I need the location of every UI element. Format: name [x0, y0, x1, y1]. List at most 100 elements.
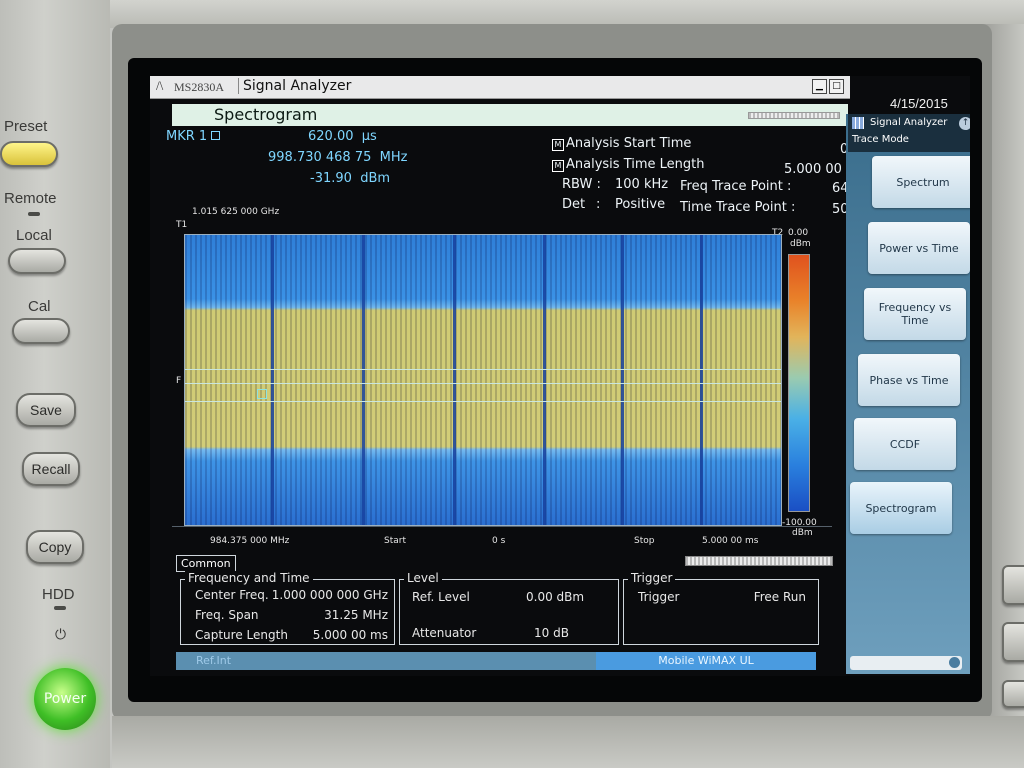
- window-title: Signal Analyzer: [238, 78, 355, 94]
- marker-1-indicator[interactable]: [257, 389, 267, 399]
- trigger-group: Trigger Trigger Free Run: [623, 571, 819, 645]
- softkey-spectrum[interactable]: Spectrum: [872, 156, 970, 208]
- scale-top-value: 0.00: [788, 228, 809, 238]
- freq-span-label: Freq. Span: [195, 608, 259, 622]
- standard-status: Mobile WiMAX UL: [596, 652, 816, 670]
- attenuator-label: Attenuator: [412, 626, 477, 640]
- stop-label: Stop: [634, 536, 655, 546]
- burst-boundary-line: [362, 235, 365, 525]
- scale-top-unit: dBm: [790, 239, 811, 249]
- status-bar: Ref.Int Mobile WiMAX UL: [176, 652, 816, 670]
- page-icon: [949, 657, 960, 668]
- center-freq-value: 1.000 000 000 GHz: [271, 588, 388, 602]
- capture-length-value: 5.000 00 ms: [312, 628, 388, 642]
- level-group: Level Ref. Level 0.00 dBm Attenuator 10 …: [399, 571, 619, 645]
- preset-label: Preset: [4, 118, 48, 135]
- cal-label: Cal: [28, 298, 51, 315]
- save-button[interactable]: Save: [16, 393, 76, 427]
- det-label: Det: [562, 197, 586, 212]
- analyzer-screen: /\ MS2830A Signal Analyzer ▁ □ 4/15/2015…: [150, 76, 970, 676]
- softkey-ccdf[interactable]: CCDF: [854, 418, 956, 470]
- marker-time: 620.00 µs: [308, 129, 377, 144]
- recall-button[interactable]: Recall: [22, 452, 80, 486]
- frequency-and-time-group: Frequency and Time Center Freq. 1.000 00…: [180, 571, 395, 645]
- marker-trace-line: [185, 401, 781, 402]
- softkey-header: Signal Analyzer Trace Mode ↑: [848, 114, 970, 152]
- top-frequency-label: 1.015 625 000 GHz: [192, 207, 280, 217]
- bottom-frequency-label: 984.375 000 MHz: [210, 536, 290, 546]
- marker-level: -31.90 dBm: [310, 171, 391, 186]
- measurement-header: Spectrogram: [172, 104, 848, 126]
- m-icon: M: [552, 160, 564, 172]
- attenuator-value: 10 dB: [534, 626, 569, 640]
- color-scale-bar: [788, 254, 810, 512]
- capture-length-label: Capture Length: [195, 628, 288, 642]
- window-titlebar: /\ MS2830A Signal Analyzer ▁ □: [150, 76, 850, 99]
- local-button[interactable]: [8, 248, 66, 274]
- stop-value: 5.000 00 ms: [702, 536, 759, 546]
- freq-trace-point-label: Freq Trace Point :: [680, 179, 792, 194]
- spectrogram-plot[interactable]: [184, 234, 782, 526]
- window-controls: ▁ □: [812, 79, 844, 94]
- cal-button[interactable]: [12, 318, 70, 344]
- analysis-start-time-label: M Analysis Start Time: [552, 136, 691, 151]
- right-hardkey[interactable]: [1002, 622, 1024, 662]
- minimize-icon[interactable]: ▁: [812, 79, 827, 94]
- rbw-value: 100 kHz: [615, 177, 669, 192]
- front-panel-bottom: [112, 716, 1024, 768]
- burst-boundary-line: [700, 235, 703, 525]
- group-title: Frequency and Time: [185, 571, 313, 585]
- common-tab[interactable]: Common: [176, 555, 236, 572]
- softkey-frequency-vs-time[interactable]: Frequency vs Time: [864, 288, 966, 340]
- t1-label: T1: [176, 220, 188, 230]
- group-title: Level: [404, 571, 442, 585]
- f-marker-label: F: [176, 376, 182, 386]
- reference-status: Ref.Int: [196, 654, 232, 667]
- burst-boundary-line: [621, 235, 624, 525]
- remote-led: [28, 212, 40, 216]
- softkey-page-control[interactable]: [850, 656, 962, 670]
- det-separator: :: [596, 197, 601, 212]
- marker-trace-line: [185, 383, 781, 384]
- menu-up-icon[interactable]: ↑: [959, 117, 970, 130]
- power-button[interactable]: Power: [34, 668, 96, 730]
- freq-span-value: 31.25 MHz: [324, 608, 388, 622]
- softkey-phase-vs-time[interactable]: Phase vs Time: [858, 354, 960, 406]
- det-value: Positive: [615, 197, 666, 212]
- rbw-label: RBW :: [562, 177, 601, 192]
- ref-level-label: Ref. Level: [412, 590, 470, 604]
- burst-boundary-line: [271, 235, 274, 525]
- marker-label: MKR 1: [166, 129, 221, 144]
- standby-icon: ⏻: [55, 626, 67, 642]
- start-value: 0 s: [492, 536, 506, 546]
- model-name: MS2830A: [174, 80, 225, 94]
- maximize-icon[interactable]: □: [829, 79, 844, 94]
- busy-indicator: [685, 556, 833, 566]
- marker-frequency: 998.730 468 75 MHz: [268, 150, 408, 165]
- anritsu-logo-icon: /\: [156, 78, 164, 93]
- measurement-title: Spectrogram: [214, 105, 318, 124]
- preset-button[interactable]: [0, 141, 58, 167]
- trigger-label: Trigger: [638, 590, 680, 604]
- progress-indicator: [748, 112, 840, 119]
- burst-boundary-line: [543, 235, 546, 525]
- softkey-spectrogram[interactable]: Spectrogram: [850, 482, 952, 534]
- signal-analyzer-icon: [852, 117, 864, 129]
- softkey-power-vs-time[interactable]: Power vs Time: [868, 222, 970, 274]
- burst-boundary-line: [453, 235, 456, 525]
- remote-label: Remote: [4, 190, 57, 207]
- noise-texture: [185, 235, 781, 525]
- hdd-led: [54, 606, 66, 610]
- time-trace-point-label: Time Trace Point :: [680, 200, 796, 215]
- right-hardkey[interactable]: [1002, 565, 1024, 605]
- group-title: Trigger: [628, 571, 676, 585]
- start-label: Start: [384, 536, 406, 546]
- ref-level-value: 0.00 dBm: [526, 590, 585, 604]
- center-freq-label: Center Freq.: [195, 588, 269, 602]
- copy-button[interactable]: Copy: [26, 530, 84, 564]
- analysis-time-length-label: M Analysis Time Length: [552, 157, 704, 172]
- right-hardkey[interactable]: [1002, 680, 1024, 708]
- softkey-menu-title: Trace Mode: [852, 134, 909, 145]
- softkey-app-name: Signal Analyzer: [870, 117, 948, 128]
- trigger-value: Free Run: [753, 590, 806, 604]
